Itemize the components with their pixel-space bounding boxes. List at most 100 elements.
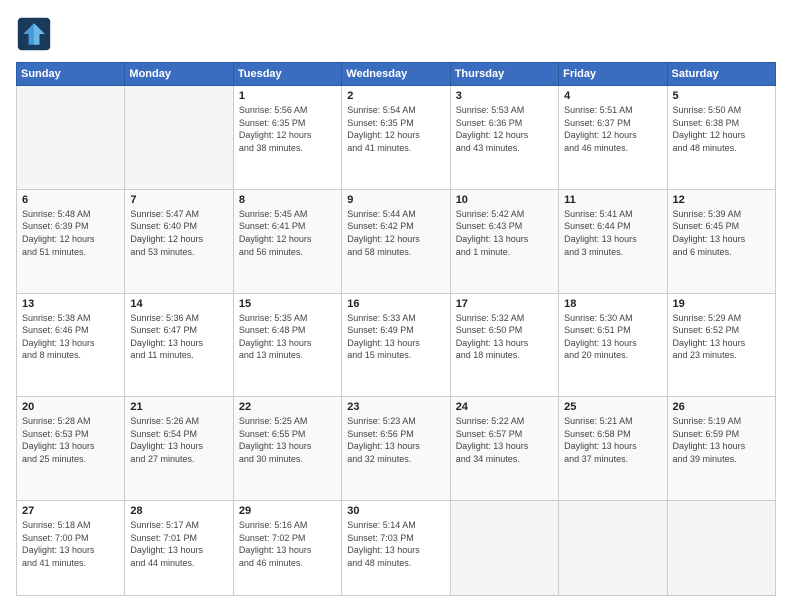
calendar-cell: 22 Sunrise: 5:25 AM Sunset: 6:55 PM Dayli…: [233, 397, 341, 501]
day-number: 8: [239, 194, 336, 206]
weekday-header-saturday: Saturday: [667, 63, 775, 86]
day-info: Sunrise: 5:56 AM Sunset: 6:35 PM Dayligh…: [239, 104, 336, 154]
day-info: Sunrise: 5:23 AM Sunset: 6:56 PM Dayligh…: [347, 415, 444, 465]
weekday-header-friday: Friday: [559, 63, 667, 86]
day-number: 25: [564, 401, 661, 413]
logo-icon: [16, 16, 52, 52]
day-info: Sunrise: 5:21 AM Sunset: 6:58 PM Dayligh…: [564, 415, 661, 465]
day-info: Sunrise: 5:50 AM Sunset: 6:38 PM Dayligh…: [673, 104, 770, 154]
day-info: Sunrise: 5:54 AM Sunset: 6:35 PM Dayligh…: [347, 104, 444, 154]
day-info: Sunrise: 5:29 AM Sunset: 6:52 PM Dayligh…: [673, 312, 770, 362]
day-number: 27: [22, 505, 119, 517]
day-number: 13: [22, 298, 119, 310]
day-number: 15: [239, 298, 336, 310]
calendar-cell: 6 Sunrise: 5:48 AM Sunset: 6:39 PM Daylig…: [17, 189, 125, 293]
day-info: Sunrise: 5:38 AM Sunset: 6:46 PM Dayligh…: [22, 312, 119, 362]
calendar-cell: [450, 501, 558, 596]
calendar-cell: 21Sunrise: 5:26 AM Sunset: 6:54 PM Dayli…: [125, 397, 233, 501]
day-number: 18: [564, 298, 661, 310]
weekday-header-thursday: Thursday: [450, 63, 558, 86]
day-number: 10: [456, 194, 553, 206]
day-info: Sunrise: 5:17 AM Sunset: 7:01 PM Dayligh…: [130, 519, 227, 569]
calendar-table: SundayMondayTuesdayWednesdayThursdayFrid…: [16, 62, 776, 596]
day-info: Sunrise: 5:18 AM Sunset: 7:00 PM Dayligh…: [22, 519, 119, 569]
calendar-cell: 16 Sunrise: 5:33 AM Sunset: 6:49 PM Dayli…: [342, 293, 450, 397]
day-info: Sunrise: 5:45 AM Sunset: 6:41 PM Dayligh…: [239, 208, 336, 258]
day-info: Sunrise: 5:14 AM Sunset: 7:03 PM Dayligh…: [347, 519, 444, 569]
calendar-cell: 27 Sunrise: 5:18 AM Sunset: 7:00 PM Dayli…: [17, 501, 125, 596]
calendar-cell: 5 Sunrise: 5:50 AM Sunset: 6:38 PM Daylig…: [667, 86, 775, 190]
day-info: Sunrise: 5:28 AM Sunset: 6:53 PM Dayligh…: [22, 415, 119, 465]
calendar-cell: 8 Sunrise: 5:45 AM Sunset: 6:41 PM Daylig…: [233, 189, 341, 293]
weekday-header-sunday: Sunday: [17, 63, 125, 86]
day-info: Sunrise: 5:51 AM Sunset: 6:37 PM Dayligh…: [564, 104, 661, 154]
calendar-cell: 10 Sunrise: 5:42 AM Sunset: 6:43 PM Dayli…: [450, 189, 558, 293]
day-number: 12: [673, 194, 770, 206]
day-number: 7: [130, 194, 227, 206]
calendar-cell: 23Sunrise: 5:23 AM Sunset: 6:56 PM Dayli…: [342, 397, 450, 501]
calendar-cell: 12Sunrise: 5:39 AM Sunset: 6:45 PM Dayli…: [667, 189, 775, 293]
calendar-row-4: 20 Sunrise: 5:28 AM Sunset: 6:53 PM Dayli…: [17, 397, 776, 501]
calendar-cell: 13 Sunrise: 5:38 AM Sunset: 6:46 PM Dayli…: [17, 293, 125, 397]
calendar-cell: 9Sunrise: 5:44 AM Sunset: 6:42 PM Daylig…: [342, 189, 450, 293]
day-info: Sunrise: 5:53 AM Sunset: 6:36 PM Dayligh…: [456, 104, 553, 154]
day-info: Sunrise: 5:47 AM Sunset: 6:40 PM Dayligh…: [130, 208, 227, 258]
day-info: Sunrise: 5:25 AM Sunset: 6:55 PM Dayligh…: [239, 415, 336, 465]
day-info: Sunrise: 5:22 AM Sunset: 6:57 PM Dayligh…: [456, 415, 553, 465]
day-info: Sunrise: 5:42 AM Sunset: 6:43 PM Dayligh…: [456, 208, 553, 258]
calendar-cell: [125, 86, 233, 190]
day-number: 24: [456, 401, 553, 413]
page: SundayMondayTuesdayWednesdayThursdayFrid…: [0, 0, 792, 612]
calendar-row-3: 13 Sunrise: 5:38 AM Sunset: 6:46 PM Dayli…: [17, 293, 776, 397]
calendar-cell: 28 Sunrise: 5:17 AM Sunset: 7:01 PM Dayli…: [125, 501, 233, 596]
calendar-cell: 15 Sunrise: 5:35 AM Sunset: 6:48 PM Dayli…: [233, 293, 341, 397]
day-info: Sunrise: 5:44 AM Sunset: 6:42 PM Dayligh…: [347, 208, 444, 258]
day-number: 4: [564, 90, 661, 102]
day-number: 20: [22, 401, 119, 413]
calendar-cell: 26Sunrise: 5:19 AM Sunset: 6:59 PM Dayli…: [667, 397, 775, 501]
day-number: 30: [347, 505, 444, 517]
calendar-cell: 30 Sunrise: 5:14 AM Sunset: 7:03 PM Dayli…: [342, 501, 450, 596]
calendar-cell: 2Sunrise: 5:54 AM Sunset: 6:35 PM Daylig…: [342, 86, 450, 190]
calendar-cell: 25 Sunrise: 5:21 AM Sunset: 6:58 PM Dayli…: [559, 397, 667, 501]
calendar-cell: 3Sunrise: 5:53 AM Sunset: 6:36 PM Daylig…: [450, 86, 558, 190]
day-number: 28: [130, 505, 227, 517]
day-number: 17: [456, 298, 553, 310]
calendar-cell: 20 Sunrise: 5:28 AM Sunset: 6:53 PM Dayli…: [17, 397, 125, 501]
day-number: 29: [239, 505, 336, 517]
day-number: 14: [130, 298, 227, 310]
weekday-header-tuesday: Tuesday: [233, 63, 341, 86]
weekday-header-monday: Monday: [125, 63, 233, 86]
calendar-row-5: 27 Sunrise: 5:18 AM Sunset: 7:00 PM Dayli…: [17, 501, 776, 596]
day-number: 22: [239, 401, 336, 413]
day-info: Sunrise: 5:35 AM Sunset: 6:48 PM Dayligh…: [239, 312, 336, 362]
calendar-cell: 19 Sunrise: 5:29 AM Sunset: 6:52 PM Dayli…: [667, 293, 775, 397]
day-info: Sunrise: 5:36 AM Sunset: 6:47 PM Dayligh…: [130, 312, 227, 362]
day-info: Sunrise: 5:48 AM Sunset: 6:39 PM Dayligh…: [22, 208, 119, 258]
calendar-cell: 4 Sunrise: 5:51 AM Sunset: 6:37 PM Daylig…: [559, 86, 667, 190]
day-info: Sunrise: 5:33 AM Sunset: 6:49 PM Dayligh…: [347, 312, 444, 362]
day-number: 19: [673, 298, 770, 310]
calendar-cell: 11Sunrise: 5:41 AM Sunset: 6:44 PM Dayli…: [559, 189, 667, 293]
calendar-cell: 7 Sunrise: 5:47 AM Sunset: 6:40 PM Daylig…: [125, 189, 233, 293]
day-info: Sunrise: 5:32 AM Sunset: 6:50 PM Dayligh…: [456, 312, 553, 362]
day-number: 1: [239, 90, 336, 102]
calendar-row-2: 6 Sunrise: 5:48 AM Sunset: 6:39 PM Daylig…: [17, 189, 776, 293]
calendar-cell: 17 Sunrise: 5:32 AM Sunset: 6:50 PM Dayli…: [450, 293, 558, 397]
calendar-cell: [667, 501, 775, 596]
day-number: 5: [673, 90, 770, 102]
weekday-header-wednesday: Wednesday: [342, 63, 450, 86]
day-number: 6: [22, 194, 119, 206]
day-info: Sunrise: 5:26 AM Sunset: 6:54 PM Dayligh…: [130, 415, 227, 465]
day-number: 16: [347, 298, 444, 310]
calendar-cell: [17, 86, 125, 190]
calendar-cell: 18 Sunrise: 5:30 AM Sunset: 6:51 PM Dayli…: [559, 293, 667, 397]
calendar-cell: 24 Sunrise: 5:22 AM Sunset: 6:57 PM Dayli…: [450, 397, 558, 501]
weekday-header-row: SundayMondayTuesdayWednesdayThursdayFrid…: [17, 63, 776, 86]
header: [16, 16, 776, 52]
day-info: Sunrise: 5:19 AM Sunset: 6:59 PM Dayligh…: [673, 415, 770, 465]
day-info: Sunrise: 5:41 AM Sunset: 6:44 PM Dayligh…: [564, 208, 661, 258]
calendar-cell: [559, 501, 667, 596]
day-info: Sunrise: 5:30 AM Sunset: 6:51 PM Dayligh…: [564, 312, 661, 362]
calendar-cell: 14 Sunrise: 5:36 AM Sunset: 6:47 PM Dayli…: [125, 293, 233, 397]
